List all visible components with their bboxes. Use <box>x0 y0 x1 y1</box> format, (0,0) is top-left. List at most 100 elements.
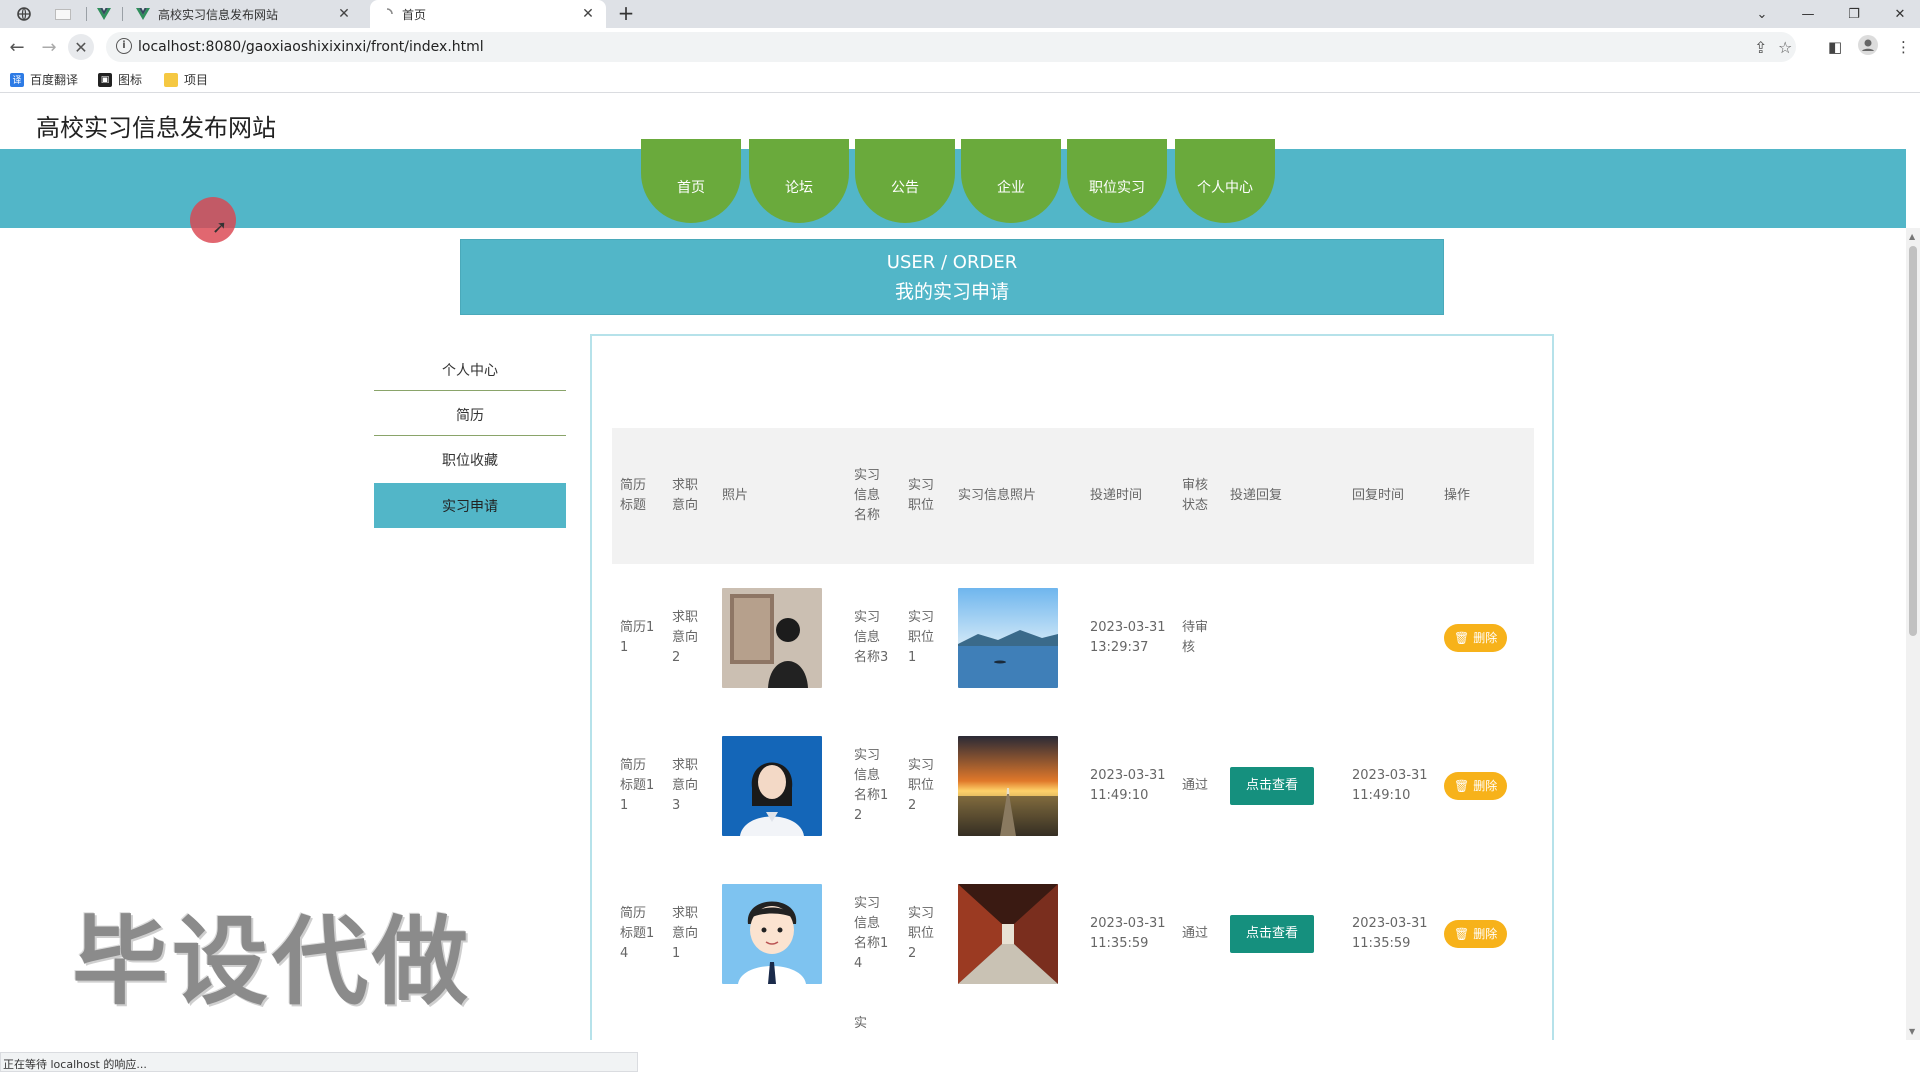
table-row: 简历标题14 求职意向1 实习信息名称14 实习职位2 2023-03-31 1… <box>612 860 1534 1008</box>
info-name-cell: 实习信息名称14 <box>854 896 889 971</box>
banner-title: 我的实习申请 <box>894 281 1009 303</box>
view-reply-button[interactable]: 点击查看 <box>1230 915 1315 953</box>
column-header: 投递回复 <box>1230 488 1283 503</box>
share-icon[interactable]: ⇪ <box>1754 38 1767 57</box>
column-header: 实习信息照片 <box>958 488 1037 503</box>
action-cell: 🗑 删除 <box>1436 860 1534 1008</box>
bookmark-item[interactable]: ▣ 图标 <box>98 71 142 88</box>
bookmark-label: 百度翻译 <box>30 73 79 87</box>
intent-cell: 求职意向2 <box>672 610 699 665</box>
star-icon[interactable]: ☆ <box>1778 38 1792 57</box>
reply-time-cell: 2023-03-31 11:35:59 <box>1352 916 1428 951</box>
position-cell: 实习职位2 <box>908 758 935 813</box>
tab-site[interactable]: 高校实习信息发布网站 ✕ <box>126 0 362 28</box>
back-button[interactable]: ← <box>4 34 30 60</box>
view-reply-button[interactable]: 点击查看 <box>1230 767 1315 805</box>
sidebar-item-applications[interactable]: 实习申请 <box>374 483 566 528</box>
info-photo-cell <box>950 712 1082 860</box>
bookmarks-bar: 译 百度翻译 ▣ 图标 项目 <box>0 67 1920 93</box>
vue-logo-icon[interactable] <box>90 0 118 28</box>
column-header: 审核状态 <box>1182 478 1209 513</box>
delete-button[interactable]: 🗑 删除 <box>1444 772 1508 800</box>
restore-button[interactable]: ❐ <box>1836 0 1872 28</box>
reply-cell: 点击查看 <box>1222 712 1344 860</box>
corridor-photo <box>958 884 1058 984</box>
column-header: 求职意向 <box>672 478 699 513</box>
trash-icon: 🗑 <box>1454 631 1470 645</box>
tab-title: 首页 <box>402 7 427 22</box>
delete-label: 删除 <box>1473 927 1498 941</box>
delete-label: 删除 <box>1473 779 1498 793</box>
url-text[interactable]: localhost:8080/gaoxiaoshixixinxi/front/i… <box>138 39 484 55</box>
reply-cell: 点击查看 <box>1222 860 1344 1008</box>
info-name-cell: 实习信息名称3 <box>854 610 889 665</box>
banner-subtitle: USER / ORDER <box>886 252 1018 273</box>
chevron-down-icon[interactable]: ⌄ <box>1744 0 1780 28</box>
position-cell: 实习职位2 <box>908 906 935 961</box>
globe-icon[interactable] <box>10 0 38 28</box>
more-menu-icon[interactable]: ⋮ <box>1896 38 1911 56</box>
stop-button[interactable]: ✕ <box>68 34 94 60</box>
tab-home[interactable]: 首页 ✕ <box>370 0 606 28</box>
bookmark-item[interactable]: 项目 <box>164 71 208 88</box>
delete-button[interactable]: 🗑 删除 <box>1444 624 1508 652</box>
sidebar-item-user-center[interactable]: 个人中心 <box>374 349 566 391</box>
bookmark-label: 图标 <box>118 73 143 87</box>
position-cell: 实习职位1 <box>908 610 935 665</box>
sidebar-item-favorites[interactable]: 职位收藏 <box>374 439 566 481</box>
column-header: 操作 <box>1444 488 1471 503</box>
applications-panel: 简历标题 求职意向 照片 实习信息名称 实习职位 实习信息照片 投递时间 审核状… <box>590 334 1554 1040</box>
window-close-button[interactable]: ✕ <box>1882 0 1918 28</box>
trash-icon: 🗑 <box>1454 779 1470 793</box>
loading-icon <box>380 7 394 21</box>
reply-time-cell <box>1344 564 1436 712</box>
trash-icon: 🗑 <box>1454 927 1470 941</box>
status-cell: 通过 <box>1182 926 1209 941</box>
photo-cell <box>714 564 846 712</box>
folder-icon <box>164 72 178 87</box>
scrollbar-thumb[interactable] <box>1909 246 1917 636</box>
browser-tab-bar: 高校实习信息发布网站 ✕ 首页 ✕ + ⌄ — ❐ ✕ <box>0 0 1920 28</box>
delete-label: 删除 <box>1473 631 1498 645</box>
info-icon[interactable]: i <box>116 38 132 54</box>
delete-button[interactable]: 🗑 删除 <box>1444 920 1508 948</box>
sunset-road-photo <box>958 736 1058 836</box>
lake-landscape-photo <box>958 588 1058 688</box>
sidebar-item-resume[interactable]: 简历 <box>374 394 566 436</box>
web-page: 高校实习信息发布网站 首页 论坛 公告 企业 职位实习 个人中心 ➚ USER … <box>0 94 1906 1040</box>
tab-blank-icon[interactable] <box>48 0 78 28</box>
column-header: 实习信息名称 <box>854 468 881 523</box>
column-header: 简历标题 <box>620 478 647 513</box>
mouse-cursor-icon: ➚ <box>212 217 228 238</box>
forward-button[interactable]: → <box>36 34 62 60</box>
page-scrollbar[interactable]: ▲ ▼ <box>1906 228 1920 1040</box>
profile-icon[interactable] <box>1858 35 1878 59</box>
portrait-woman-photo <box>722 736 822 836</box>
info-name-cell: 实习信息名称12 <box>854 748 889 823</box>
action-cell: 🗑 删除 <box>1436 564 1534 712</box>
column-header: 回复时间 <box>1352 488 1405 503</box>
close-icon[interactable]: ✕ <box>336 6 352 22</box>
bookmark-item[interactable]: 译 百度翻译 <box>10 71 78 88</box>
column-header: 实习职位 <box>908 478 935 513</box>
scroll-down-icon[interactable]: ▼ <box>1909 1027 1915 1036</box>
submit-time-cell: 2023-03-31 13:29:37 <box>1090 620 1166 655</box>
action-cell: 🗑 删除 <box>1436 712 1534 860</box>
new-tab-button[interactable]: + <box>614 2 638 26</box>
minimize-button[interactable]: — <box>1790 0 1826 28</box>
table-row: 简历11 求职意向2 实习信息名称3 实习职位1 2023-03-31 13:2… <box>612 564 1534 712</box>
side-panel-icon[interactable]: ◧ <box>1828 38 1842 56</box>
column-header: 照片 <box>722 488 749 503</box>
info-photo-cell <box>950 564 1082 712</box>
scroll-up-icon[interactable]: ▲ <box>1909 232 1915 241</box>
tab-separator <box>122 7 123 21</box>
browser-status-bar: 正在等待 localhost 的响应... <box>0 1052 638 1072</box>
applications-table: 简历标题 求职意向 照片 实习信息名称 实习职位 实习信息照片 投递时间 审核状… <box>612 428 1534 1040</box>
status-cell: 通过 <box>1182 778 1209 793</box>
url-bar[interactable]: i localhost:8080/gaoxiaoshixixinxi/front… <box>106 32 1796 62</box>
info-photo-cell <box>950 860 1082 1008</box>
address-bar-row: ← → ✕ i localhost:8080/gaoxiaoshixixinxi… <box>0 28 1920 67</box>
resume-title-cell: 简历标题11 <box>620 758 655 813</box>
table-row: 实 <box>612 1008 1534 1040</box>
close-icon[interactable]: ✕ <box>580 6 596 22</box>
